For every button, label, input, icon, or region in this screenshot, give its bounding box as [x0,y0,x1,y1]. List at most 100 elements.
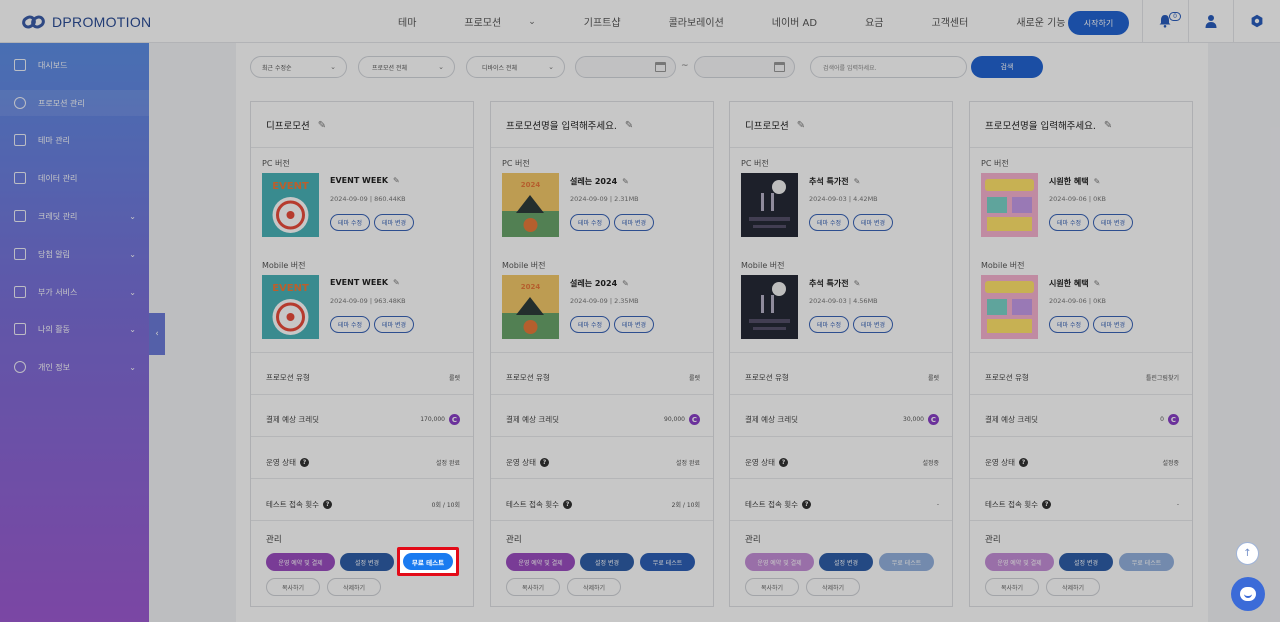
change-settings-button[interactable]: 설정 변경 [340,553,394,571]
highlighted-free-test-button[interactable]: 무료 테스트 [397,547,459,576]
copy-button[interactable]: 복사하기 [506,578,560,596]
change-theme-button[interactable]: 테마 변경 [1093,214,1133,231]
card-title[interactable]: 프로모션명을 입력해주세요. ✎ [506,118,633,133]
start-button[interactable]: 시작하기 [1068,11,1129,35]
topnav-item-2[interactable]: 기프트샵 [584,14,645,29]
user-icon[interactable] [1205,14,1217,28]
end-date-input[interactable] [694,56,795,78]
change-theme-button[interactable]: 테마 변경 [614,316,654,333]
reserve-and-pay-button[interactable]: 운영 예약 및 결제 [506,553,575,571]
help-icon[interactable]: ? [1042,500,1052,509]
change-theme-button[interactable]: 테마 변경 [853,316,893,333]
pencil-icon[interactable]: ✎ [622,279,629,288]
mobile-thumbnail[interactable]: EVENT [262,275,319,339]
card-title[interactable]: 디프로모션 ✎ [745,118,805,133]
calendar-icon[interactable] [655,62,666,72]
change-theme-button[interactable]: 테마 변경 [614,214,654,231]
mobile-thumbnail[interactable] [981,275,1038,339]
change-theme-button[interactable]: 테마 변경 [1093,316,1133,333]
edit-theme-button[interactable]: 테마 수정 [570,316,610,333]
copy-button[interactable]: 복사하기 [985,578,1039,596]
topnav-item-5[interactable]: 요금 [865,14,907,29]
topnav-item-0[interactable]: 테마 [398,14,440,29]
pencil-icon[interactable]: ✎ [1094,177,1101,186]
scroll-to-top-button[interactable]: ↑ [1236,542,1259,565]
search-button[interactable]: 검색 [971,56,1043,78]
change-theme-button[interactable]: 테마 변경 [853,214,893,231]
delete-button[interactable]: 삭제하기 [806,578,860,596]
sidebar-item-3[interactable]: 데이터 관리 [0,165,149,191]
change-theme-button[interactable]: 테마 변경 [374,316,414,333]
help-icon[interactable]: ? [778,458,788,467]
start-date-input[interactable] [575,56,676,78]
sidebar-item-2[interactable]: 테마 관리 [0,127,149,153]
pc-thumbnail[interactable]: EVENT [262,173,319,237]
delete-button[interactable]: 삭제하기 [1046,578,1100,596]
pencil-icon[interactable]: ✎ [854,279,861,288]
free-test-button[interactable]: 무료 테스트 [879,553,934,571]
pc-thumbnail[interactable]: 2024 [502,173,559,237]
sidebar-item-5[interactable]: 당첨 알림 ⌄ [0,241,149,267]
sidebar-item-1[interactable]: 프로모션 관리 [0,90,149,116]
pencil-icon[interactable]: ✎ [393,278,400,287]
change-theme-button[interactable]: 테마 변경 [374,214,414,231]
copy-button[interactable]: 복사하기 [266,578,320,596]
reserve-and-pay-button[interactable]: 운영 예약 및 결제 [266,553,335,571]
card-title[interactable]: 디프로모션 ✎ [266,118,326,133]
pencil-icon[interactable]: ✎ [622,177,629,186]
pencil-icon[interactable]: ✎ [318,120,326,131]
mobile-thumbnail[interactable]: 2024 [502,275,559,339]
delete-button[interactable]: 삭제하기 [567,578,621,596]
delete-button[interactable]: 삭제하기 [327,578,381,596]
pencil-icon[interactable]: ✎ [1104,120,1112,131]
free-test-button[interactable]: 무료 테스트 [640,553,695,571]
topnav-item-4[interactable]: 네이버 AD [772,14,841,29]
edit-theme-button[interactable]: 테마 수정 [330,316,370,333]
reserve-and-pay-button[interactable]: 운영 예약 및 결제 [985,553,1054,571]
change-settings-button[interactable]: 설정 변경 [580,553,634,571]
help-icon[interactable]: ? [299,458,309,467]
logo[interactable]: DPROMOTION [19,11,151,33]
topnav-item-1[interactable]: 프로모션 ⌄ [464,14,559,30]
sidebar-item-0[interactable]: 대시보드 [0,52,149,78]
card-title[interactable]: 프로모션명을 입력해주세요. ✎ [985,118,1112,133]
sidebar-item-8[interactable]: 개인 정보 ⌄ [0,354,149,380]
help-icon[interactable]: ? [1018,458,1028,467]
edit-theme-button[interactable]: 테마 수정 [1049,316,1089,333]
help-icon[interactable]: ? [539,458,549,467]
promo-type-select[interactable]: 프로모션 전체 ⌄ [358,56,455,78]
gear-icon[interactable] [1250,14,1264,28]
free-test-button[interactable]: 무료 테스트 [1119,553,1174,571]
edit-theme-button[interactable]: 테마 수정 [809,316,849,333]
topnav-item-6[interactable]: 고객센터 [932,14,993,29]
copy-button[interactable]: 복사하기 [745,578,799,596]
edit-theme-button[interactable]: 테마 수정 [1049,214,1089,231]
sidebar-item-7[interactable]: 나의 활동 ⌄ [0,316,149,342]
sidebar-collapse-button[interactable]: ‹ [149,313,165,355]
reserve-and-pay-button[interactable]: 운영 예약 및 결제 [745,553,814,571]
help-icon[interactable]: ? [563,500,573,509]
pencil-icon[interactable]: ✎ [797,120,805,131]
device-select[interactable]: 디바이스 전체 ⌄ [466,56,565,78]
help-icon[interactable]: ? [802,500,812,509]
help-icon[interactable]: ? [323,500,333,509]
change-settings-button[interactable]: 설정 변경 [819,553,873,571]
search-input[interactable]: 검색어를 입력하세요. [810,56,967,78]
pc-thumbnail[interactable] [981,173,1038,237]
sidebar-item-6[interactable]: 부가 서비스 ⌄ [0,279,149,305]
pencil-icon[interactable]: ✎ [393,176,400,185]
topnav-item-3[interactable]: 콜라보레이션 [669,14,748,29]
edit-theme-button[interactable]: 테마 수정 [570,214,610,231]
chat-button[interactable] [1231,577,1265,611]
sidebar-item-4[interactable]: 크레딧 관리 ⌄ [0,203,149,229]
calendar-icon[interactable] [774,62,785,72]
pencil-icon[interactable]: ✎ [1094,279,1101,288]
mobile-thumbnail[interactable] [741,275,798,339]
pencil-icon[interactable]: ✎ [625,120,633,131]
edit-theme-button[interactable]: 테마 수정 [809,214,849,231]
pc-thumbnail[interactable] [741,173,798,237]
change-settings-button[interactable]: 설정 변경 [1059,553,1113,571]
pencil-icon[interactable]: ✎ [854,177,861,186]
edit-theme-button[interactable]: 테마 수정 [330,214,370,231]
sort-select[interactable]: 최근 수정순 ⌄ [250,56,347,78]
